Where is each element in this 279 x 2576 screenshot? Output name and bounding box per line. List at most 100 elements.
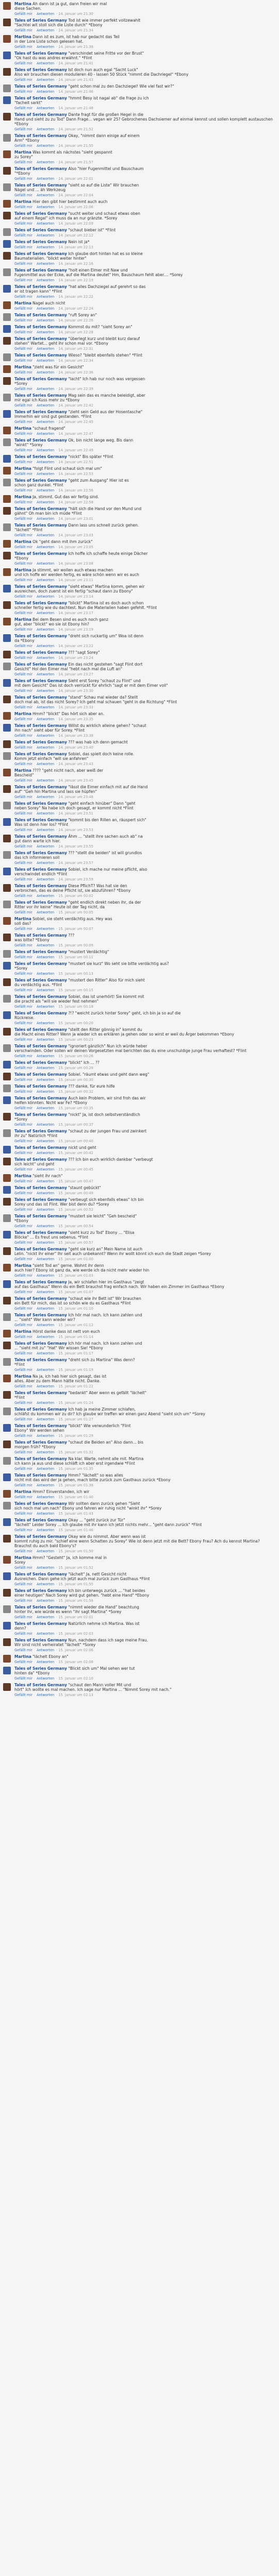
author-name[interactable]: Tales of Series Germany — [14, 268, 67, 273]
like-link[interactable]: Gefällt mir — [14, 1512, 32, 1516]
author-name[interactable]: Tales of Series Germany — [14, 933, 67, 938]
reply-link[interactable]: Antworten — [37, 1384, 54, 1388]
author-name[interactable]: Tales of Series Germany — [14, 112, 67, 117]
author-name[interactable]: Tales of Series Germany — [14, 1044, 67, 1048]
reply-link[interactable]: Antworten — [37, 1549, 54, 1553]
author-name[interactable]: Tales of Series Germany — [14, 1129, 67, 1133]
like-link[interactable]: Gefällt mir — [14, 1401, 32, 1405]
author-name[interactable]: Tales of Series Germany — [14, 251, 67, 256]
like-link[interactable]: Gefällt mir — [14, 1139, 32, 1143]
author-name[interactable]: Tales of Series Germany — [14, 377, 67, 381]
reply-link[interactable]: Antworten — [37, 1224, 54, 1228]
avatar[interactable] — [3, 1683, 11, 1691]
like-link[interactable]: Gefällt mir — [14, 628, 32, 632]
avatar[interactable] — [3, 752, 11, 760]
author-name[interactable]: Tales of Series Germany — [14, 1096, 67, 1100]
like-link[interactable]: Gefällt mir — [14, 1307, 32, 1311]
reply-link[interactable]: Antworten — [37, 318, 54, 323]
reply-link[interactable]: Antworten — [37, 578, 54, 582]
like-link[interactable]: Gefällt mir — [14, 1660, 32, 1664]
author-name[interactable]: Tales of Series Germany — [14, 1084, 67, 1089]
author-name[interactable]: Tales of Series Germany — [14, 650, 67, 655]
like-link[interactable]: Gefällt mir — [14, 1090, 32, 1094]
avatar[interactable] — [3, 917, 11, 925]
author-name[interactable]: Martina — [14, 1263, 31, 1268]
reply-link[interactable]: Antworten — [37, 448, 54, 452]
author-name[interactable]: Tales of Series Germany — [14, 961, 67, 966]
avatar[interactable] — [3, 183, 11, 191]
like-link[interactable]: Gefällt mir — [14, 472, 32, 476]
reply-link[interactable]: Antworten — [37, 262, 54, 266]
like-link[interactable]: Gefällt mir — [14, 233, 32, 238]
like-link[interactable]: Gefällt mir — [14, 545, 32, 549]
author-name[interactable]: Tales of Series Germany — [14, 1197, 67, 1202]
reply-link[interactable]: Antworten — [37, 1335, 54, 1339]
like-link[interactable]: Gefällt mir — [14, 611, 32, 615]
author-name[interactable]: Martina — [14, 301, 31, 306]
reply-link[interactable]: Antworten — [37, 1005, 54, 1009]
reply-link[interactable]: Antworten — [37, 387, 54, 391]
reply-link[interactable]: Antworten — [37, 1208, 54, 1212]
author-name[interactable]: Tales of Series Germany — [14, 1072, 67, 1077]
author-name[interactable]: Tales of Series Germany — [14, 551, 67, 556]
reply-link[interactable]: Antworten — [37, 517, 54, 521]
reply-link[interactable]: Antworten — [37, 894, 54, 898]
author-name[interactable]: Martina — [14, 495, 31, 499]
avatar[interactable] — [3, 313, 11, 321]
avatar[interactable] — [3, 1667, 11, 1674]
avatar[interactable] — [3, 325, 11, 333]
avatar[interactable] — [3, 96, 11, 104]
like-link[interactable]: Gefällt mir — [14, 1078, 32, 1082]
avatar[interactable] — [3, 150, 11, 158]
author-name[interactable]: Martina — [14, 1329, 31, 1334]
avatar[interactable] — [3, 995, 11, 1003]
author-name[interactable]: Tales of Series Germany — [14, 454, 67, 459]
like-link[interactable]: Gefällt mir — [14, 811, 32, 816]
reply-link[interactable]: Antworten — [37, 717, 54, 721]
author-name[interactable]: Tales of Series Germany — [14, 228, 67, 232]
reply-link[interactable]: Antworten — [37, 1615, 54, 1619]
reply-link[interactable]: Antworten — [37, 1648, 54, 1652]
author-name[interactable]: Tales of Series Germany — [14, 834, 67, 839]
like-link[interactable]: Gefällt mir — [14, 488, 32, 493]
like-link[interactable]: Gefällt mir — [14, 844, 32, 849]
like-link[interactable]: Gefällt mir — [14, 28, 32, 32]
reply-link[interactable]: Antworten — [37, 1368, 54, 1372]
author-name[interactable]: Tales of Series Germany — [14, 1456, 67, 1461]
author-name[interactable]: Tales of Series Germany — [14, 950, 67, 954]
like-link[interactable]: Gefällt mir — [14, 1549, 32, 1553]
author-name[interactable]: Tales of Series Germany — [14, 785, 67, 789]
reply-link[interactable]: Antworten — [37, 1038, 54, 1042]
reply-link[interactable]: Antworten — [37, 1660, 54, 1664]
reply-link[interactable]: Antworten — [37, 1021, 54, 1025]
reply-link[interactable]: Antworten — [37, 144, 54, 148]
avatar[interactable] — [3, 1264, 11, 1272]
reply-link[interactable]: Antworten — [37, 943, 54, 947]
like-link[interactable]: Gefällt mir — [14, 90, 32, 94]
reply-link[interactable]: Antworten — [37, 1191, 54, 1195]
author-name[interactable]: Tales of Series Germany — [14, 679, 67, 683]
like-link[interactable]: Gefällt mir — [14, 877, 32, 882]
avatar[interactable] — [3, 438, 11, 446]
author-name[interactable]: Tales of Series Germany — [14, 1605, 67, 1609]
like-link[interactable]: Gefällt mir — [14, 1335, 32, 1339]
author-name[interactable]: Tales of Series Germany — [14, 1341, 67, 1346]
avatar[interactable] — [3, 934, 11, 941]
reply-link[interactable]: Antworten — [37, 127, 54, 131]
reply-link[interactable]: Antworten — [37, 1066, 54, 1070]
avatar[interactable] — [3, 712, 11, 720]
reply-link[interactable]: Antworten — [37, 1599, 54, 1603]
like-link[interactable]: Gefällt mir — [14, 1151, 32, 1155]
like-link[interactable]: Gefällt mir — [14, 403, 32, 408]
like-link[interactable]: Gefällt mir — [14, 1676, 32, 1681]
like-link[interactable]: Gefällt mir — [14, 387, 32, 391]
avatar[interactable] — [3, 1490, 11, 1498]
author-name[interactable]: Tales of Series Germany — [14, 1534, 67, 1539]
author-name[interactable]: Tales of Series Germany — [14, 240, 67, 244]
like-link[interactable]: Gefällt mir — [14, 828, 32, 832]
like-link[interactable]: Gefällt mir — [14, 448, 32, 452]
avatar[interactable] — [3, 84, 11, 92]
like-link[interactable]: Gefällt mir — [14, 1434, 32, 1438]
like-link[interactable]: Gefällt mir — [14, 1191, 32, 1195]
author-name[interactable]: Tales of Series Germany — [14, 978, 67, 982]
